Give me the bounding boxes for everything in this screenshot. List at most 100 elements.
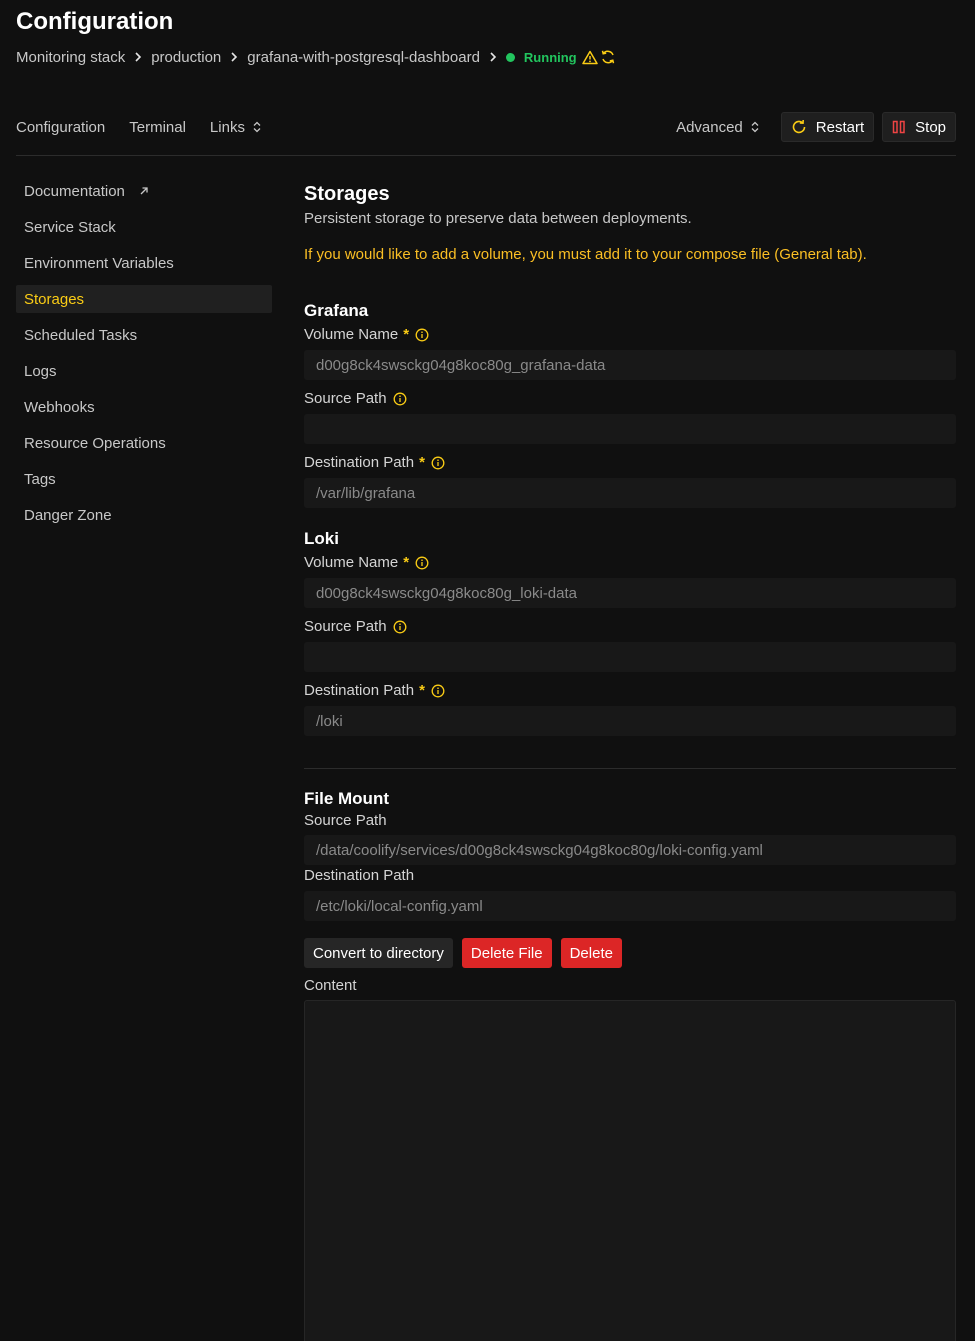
breadcrumb-item-service[interactable]: grafana-with-postgresql-dashboard xyxy=(247,49,480,66)
sidebar-item-webhooks[interactable]: Webhooks xyxy=(16,393,272,421)
stop-button[interactable]: Stop xyxy=(882,112,956,142)
source-path-field[interactable] xyxy=(304,414,956,444)
sidebar-item-tags[interactable]: Tags xyxy=(16,465,272,493)
info-icon[interactable] xyxy=(431,456,445,470)
section-divider xyxy=(304,768,956,769)
info-icon[interactable] xyxy=(431,684,445,698)
file-destination-path-label: Destination Path xyxy=(304,867,415,884)
restart-label: Restart xyxy=(815,118,865,136)
label-text: Volume Name xyxy=(304,554,399,571)
label-text: Volume Name xyxy=(304,326,399,343)
chevron-up-down-icon xyxy=(253,121,261,133)
chevron-right-icon xyxy=(134,52,142,62)
restart-button[interactable]: Restart xyxy=(780,112,875,142)
file-source-path-input[interactable] xyxy=(316,841,956,859)
status-badge: Running xyxy=(523,49,577,65)
sidebar-item-logs[interactable]: Logs xyxy=(16,357,272,385)
volume-name-label: Volume Name * xyxy=(304,554,429,571)
page-title: Configuration xyxy=(16,8,174,35)
breadcrumb-item-project[interactable]: Monitoring stack xyxy=(16,49,125,66)
section-title: Storages xyxy=(304,183,390,205)
volume-title-loki: Loki xyxy=(304,529,339,548)
volume-name-label: Volume Name * xyxy=(304,326,429,343)
status-dot xyxy=(505,52,515,62)
required-mark: * xyxy=(403,326,410,343)
compose-warning: If you would like to add a volume, you m… xyxy=(304,246,867,263)
sidebar-item-label: Danger Zone xyxy=(24,506,112,524)
sidebar-item-storages[interactable]: Storages xyxy=(16,285,272,313)
destination-path-field[interactable] xyxy=(304,706,956,736)
destination-path-input[interactable] xyxy=(316,712,956,730)
sidebar-item-label: Storages xyxy=(24,290,85,308)
sidebar-item-documentation[interactable]: Documentation xyxy=(16,177,272,205)
info-icon[interactable] xyxy=(415,328,429,342)
info-icon[interactable] xyxy=(415,556,429,570)
source-path-field[interactable] xyxy=(304,642,956,672)
file-destination-path-field[interactable] xyxy=(304,891,956,921)
volume-name-input[interactable] xyxy=(316,356,956,374)
volume-name-input[interactable] xyxy=(316,584,956,602)
required-mark: * xyxy=(419,454,425,471)
sidebar: Documentation Service Stack Environment … xyxy=(16,177,272,537)
sidebar-item-resource-operations[interactable]: Resource Operations xyxy=(16,429,272,457)
delete-button[interactable]: Delete xyxy=(560,938,622,968)
external-link-icon xyxy=(139,186,149,196)
sidebar-item-label: Documentation xyxy=(24,182,125,200)
content-textarea[interactable] xyxy=(304,1000,956,1341)
breadcrumb: Monitoring stack production grafana-with… xyxy=(16,47,618,67)
section-subtitle: Persistent storage to preserve data betw… xyxy=(304,210,692,227)
restart-icon xyxy=(791,119,807,135)
file-source-path-field[interactable] xyxy=(304,835,956,865)
sidebar-item-label: Tags xyxy=(24,470,56,488)
tab-configuration[interactable]: Configuration xyxy=(16,119,105,136)
sidebar-item-danger-zone[interactable]: Danger Zone xyxy=(16,501,272,529)
breadcrumb-item-environment[interactable]: production xyxy=(151,49,221,66)
label-text: Destination Path xyxy=(304,682,415,699)
source-path-input[interactable] xyxy=(316,420,956,438)
sidebar-item-environment-variables[interactable]: Environment Variables xyxy=(16,249,272,277)
chevron-up-down-icon xyxy=(751,121,759,133)
stop-label: Stop xyxy=(915,118,946,136)
file-mount-title: File Mount xyxy=(304,789,389,808)
sidebar-item-label: Service Stack xyxy=(24,218,116,236)
label-text: Destination Path xyxy=(304,454,415,471)
tab-links-label: Links xyxy=(209,118,245,136)
volume-name-field[interactable] xyxy=(304,578,956,608)
required-mark: * xyxy=(419,682,425,699)
source-path-label: Source Path xyxy=(304,618,407,635)
sidebar-item-label: Webhooks xyxy=(24,398,95,416)
source-path-input[interactable] xyxy=(316,648,956,666)
advanced-dropdown[interactable]: Advanced xyxy=(676,119,759,136)
chevron-right-icon xyxy=(230,52,238,62)
destination-path-input[interactable] xyxy=(316,484,956,502)
chevron-right-icon xyxy=(489,52,497,62)
nav-divider xyxy=(16,155,956,156)
source-path-label: Source Path xyxy=(304,390,407,407)
content-label: Content xyxy=(304,977,357,994)
sidebar-item-service-stack[interactable]: Service Stack xyxy=(16,213,272,241)
advanced-label: Advanced xyxy=(676,118,743,136)
file-mount-actions: Convert to directory Delete File Delete xyxy=(304,938,631,968)
delete-file-button[interactable]: Delete File xyxy=(461,938,552,968)
tab-terminal[interactable]: Terminal xyxy=(129,119,186,136)
destination-path-field[interactable] xyxy=(304,478,956,508)
top-navigation: Configuration Terminal Links Advanced Re… xyxy=(16,112,956,142)
sidebar-item-label: Resource Operations xyxy=(24,434,166,452)
tab-links[interactable]: Links xyxy=(210,119,261,136)
volume-name-field[interactable] xyxy=(304,350,956,380)
info-icon[interactable] xyxy=(393,392,407,406)
warning-icon[interactable] xyxy=(581,50,598,65)
refresh-icon[interactable] xyxy=(600,49,616,65)
destination-path-label: Destination Path * xyxy=(304,454,445,471)
volume-title-grafana: Grafana xyxy=(304,301,369,320)
sidebar-item-scheduled-tasks[interactable]: Scheduled Tasks xyxy=(16,321,272,349)
sidebar-item-label: Environment Variables xyxy=(24,254,174,272)
file-source-path-label: Source Path xyxy=(304,812,387,829)
label-text: Source Path xyxy=(304,390,387,407)
convert-to-directory-button[interactable]: Convert to directory xyxy=(304,938,453,968)
sidebar-item-label: Logs xyxy=(24,362,57,380)
file-destination-path-input[interactable] xyxy=(316,897,956,915)
info-icon[interactable] xyxy=(393,620,407,634)
stop-icon xyxy=(892,120,906,134)
sidebar-item-label: Scheduled Tasks xyxy=(24,326,138,344)
